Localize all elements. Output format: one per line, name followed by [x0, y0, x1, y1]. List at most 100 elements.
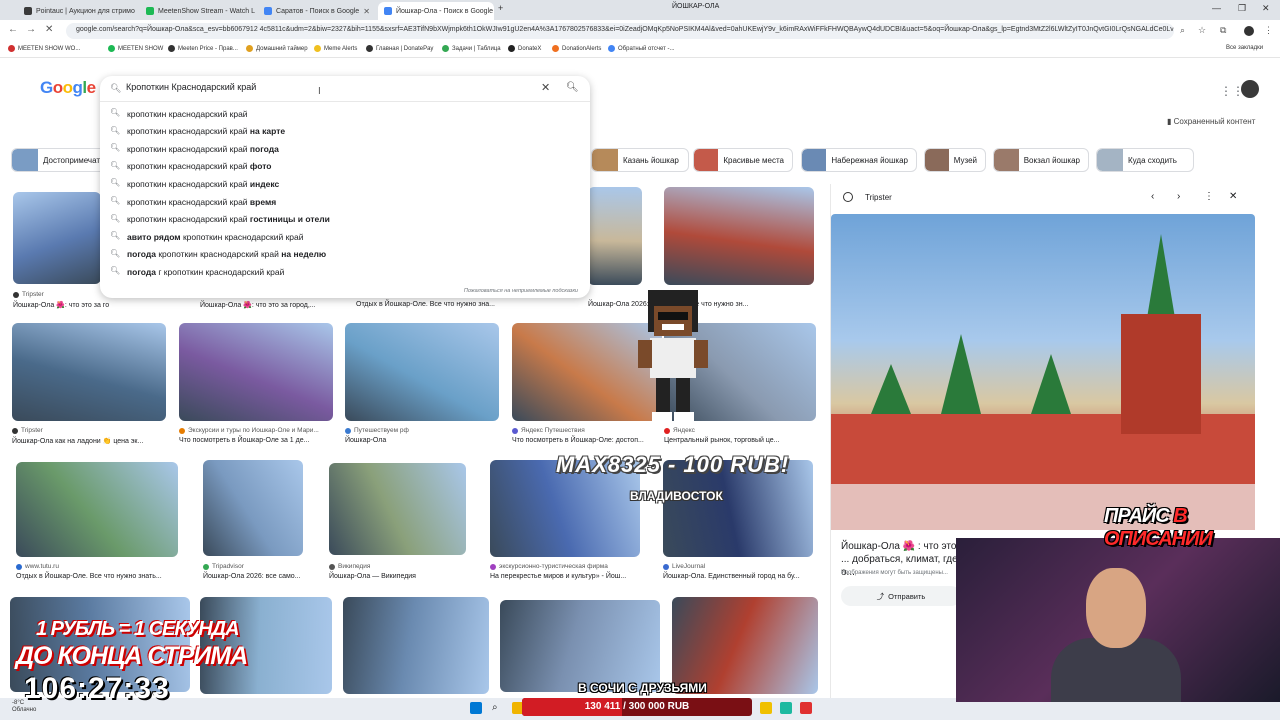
bookmark-favicon-icon [508, 45, 515, 52]
image-result-meta[interactable]: Экскурсии и туры по Йошкар-Оле и Мари...… [179, 427, 341, 444]
search-suggestion[interactable]: 🔍︎ кропоткин краснодарский край на карте [100, 123, 590, 140]
search-suggestion[interactable]: 🔍︎ кропоткин краснодарский край время [100, 193, 590, 210]
image-result-meta[interactable]: www.tutu.ru Отдых в Йошкар-Оле. Все что н… [16, 563, 186, 580]
taskbar-search-icon[interactable]: ⌕ [492, 702, 504, 714]
taskbar-app-icon[interactable] [800, 702, 812, 714]
maximize-icon[interactable]: ❐ [1238, 3, 1246, 14]
filter-chip[interactable]: Набережная йошкар [801, 148, 917, 172]
image-result-thumbnail[interactable] [343, 597, 489, 694]
bookmark-item[interactable]: MEETEN SHOW WO... [8, 45, 80, 52]
image-result-meta[interactable]: экскурсионно-туристическая фирма На перек… [490, 563, 648, 580]
image-result-thumbnail[interactable] [672, 597, 818, 694]
chip-thumbnail [1097, 149, 1123, 171]
image-result-meta[interactable]: Йошкар-Ола 🌺: что это за город,... [200, 298, 358, 309]
tab-title: Саратов - Поиск в Google [276, 7, 360, 15]
share-button[interactable]: ⤴ Отправить [841, 586, 961, 606]
image-result-thumbnail[interactable] [329, 463, 466, 555]
image-result-meta[interactable]: Tripster Йошкар-Ола как на ладони 👏 цена … [12, 427, 174, 445]
clear-search-icon[interactable]: ✕ [541, 81, 550, 94]
image-result-thumbnail[interactable] [12, 323, 166, 421]
suggestion-search-icon: 🔍︎ [110, 266, 121, 276]
image-result-thumbnail[interactable] [16, 462, 178, 557]
search-suggestion[interactable]: 🔍︎ погода г кропоткин краснодарский край [100, 263, 590, 280]
image-result-meta[interactable]: Tripster Йошкар-Ола 🌺: что это за город, … [13, 291, 109, 309]
bookmark-item[interactable]: DonateX [508, 45, 541, 52]
next-image-icon[interactable]: › [1177, 191, 1180, 202]
zoom-icon[interactable]: ⌕ [1180, 25, 1185, 36]
all-bookmarks[interactable]: Все закладки [1226, 45, 1263, 51]
browser-tab-active[interactable]: Йошкар-Ола - Поиск в Google ✕ [378, 2, 494, 20]
browser-tab[interactable]: Pointauc | Аукцион для стримо ✕ [18, 2, 136, 20]
search-suggestion[interactable]: 🔍︎ погода кропоткин краснодарский край на… [100, 246, 590, 263]
image-result-meta[interactable]: Tripadvisor Йошкар-Ола 2026: все само... [203, 563, 311, 580]
bookmark-item[interactable]: Обратный отсчет -... [608, 45, 675, 52]
tab-close-icon[interactable]: ✕ [363, 7, 370, 16]
new-tab-button[interactable]: + [498, 3, 503, 13]
image-result-meta[interactable]: LiveJournal Йошкар-Ола. Единственный горо… [663, 563, 821, 580]
tab-favicon-icon [264, 7, 272, 15]
saved-content-link[interactable]: ▮ Сохраненный контент [1167, 117, 1255, 126]
browser-tab[interactable]: Саратов - Поиск в Google ✕ [258, 2, 374, 20]
search-suggestion[interactable]: 🔍︎ кропоткин краснодарский край погода [100, 140, 590, 157]
report-suggestions-link[interactable]: Пожаловаться на неприемлемые подсказки [464, 288, 578, 294]
search-input[interactable] [126, 82, 526, 92]
search-suggestion[interactable]: 🔍︎ кропоткин краснодарский край гостиницы… [100, 211, 590, 228]
taskbar-app-icon[interactable] [760, 702, 772, 714]
filter-chip[interactable]: Красивые места [693, 148, 793, 172]
back-icon[interactable]: ← [8, 24, 18, 35]
reload-icon[interactable]: ✕ [45, 24, 53, 35]
image-result-thumbnail[interactable] [500, 600, 660, 692]
result-source: Tripster [21, 427, 43, 434]
bookmark-item[interactable]: Главная | DonatePay [366, 45, 433, 52]
bookmark-item[interactable]: DonationAlerts [552, 45, 601, 52]
account-avatar[interactable] [1241, 80, 1259, 98]
image-result-meta[interactable]: ЙОШКАР-ОЛА [672, 0, 826, 10]
panel-source[interactable]: Tripster [865, 193, 892, 202]
browser-tab[interactable]: MeetenShow Stream - Watch L ✕ [140, 2, 256, 20]
search-suggestion[interactable]: 🔍︎ авито рядом кропоткин краснодарский кр… [100, 228, 590, 245]
image-result-meta[interactable]: Википедия Йошкар-Ола — Википедия [329, 563, 474, 580]
google-logo[interactable]: Google [40, 78, 96, 98]
taskbar-app-icon[interactable] [780, 702, 792, 714]
preview-image[interactable] [831, 214, 1255, 530]
image-result-meta[interactable]: Путешествуем рф Йошкар-Ола [345, 427, 507, 444]
bookmark-item[interactable]: MEETEN SHOW [108, 45, 163, 52]
bookmark-star-icon[interactable]: ☆ [1198, 25, 1206, 36]
search-suggestion[interactable]: 🔍︎ кропоткин краснодарский край индекс [100, 175, 590, 192]
image-result-thumbnail[interactable] [203, 460, 303, 556]
image-result-thumbnail[interactable] [179, 323, 333, 421]
more-options-icon[interactable]: ⋮ [1204, 191, 1214, 202]
image-result-thumbnail[interactable] [13, 192, 101, 284]
suggestion-search-icon: 🔍︎ [110, 213, 121, 223]
start-button-icon[interactable] [470, 702, 482, 714]
profile-avatar[interactable] [1244, 26, 1254, 36]
search-submit-icon[interactable]: 🔍︎ [566, 82, 579, 93]
filter-chip[interactable]: Вокзал йошкар [993, 148, 1089, 172]
search-suggestion[interactable]: 🔍︎ кропоткин краснодарский край фото [100, 158, 590, 175]
bookmark-item[interactable]: Meme Alerts [314, 45, 357, 52]
filter-chip[interactable]: Музей [924, 148, 986, 172]
minimize-icon[interactable]: — [1212, 3, 1221, 13]
menu-dots-icon[interactable]: ⋮ [1264, 25, 1273, 36]
bookmark-item[interactable]: Задачи | Таблица [442, 45, 501, 52]
filter-chip[interactable]: Казань йошкар [591, 148, 689, 172]
extensions-icon[interactable]: ⧉ [1220, 25, 1226, 36]
bookmark-item[interactable]: Домашний таймер [246, 45, 308, 52]
forward-icon[interactable]: → [26, 24, 36, 35]
close-window-icon[interactable]: ✕ [1262, 3, 1270, 14]
image-result-meta[interactable]: Отдых в Йошкар-Оле. Все что нужно зна... [356, 298, 504, 308]
close-panel-icon[interactable]: ✕ [1229, 191, 1237, 202]
url-bar[interactable]: google.com/search?q=Йошкар-Ола&sca_esv=b… [66, 23, 1174, 39]
result-source: Википедия [338, 563, 371, 570]
filter-chip[interactable]: Куда сходить [1096, 148, 1194, 172]
bookmark-item[interactable]: Meeten Price - Прав... [168, 45, 238, 52]
image-result-meta[interactable]: Яндекс Центральный рынок, торговый це... [664, 427, 824, 444]
image-result-thumbnail[interactable] [664, 187, 814, 285]
webcam-person-face [1086, 568, 1146, 648]
source-favicon-icon [490, 563, 496, 570]
prev-image-icon[interactable]: ‹ [1151, 191, 1154, 202]
image-result-thumbnail[interactable] [588, 187, 642, 285]
search-suggestion[interactable]: 🔍︎ кропоткин краснодарский край [100, 105, 590, 122]
image-result-thumbnail[interactable] [345, 323, 499, 421]
image-result-meta[interactable]: Яндекс Путешествия Что посмотреть в Йошка… [512, 427, 670, 444]
